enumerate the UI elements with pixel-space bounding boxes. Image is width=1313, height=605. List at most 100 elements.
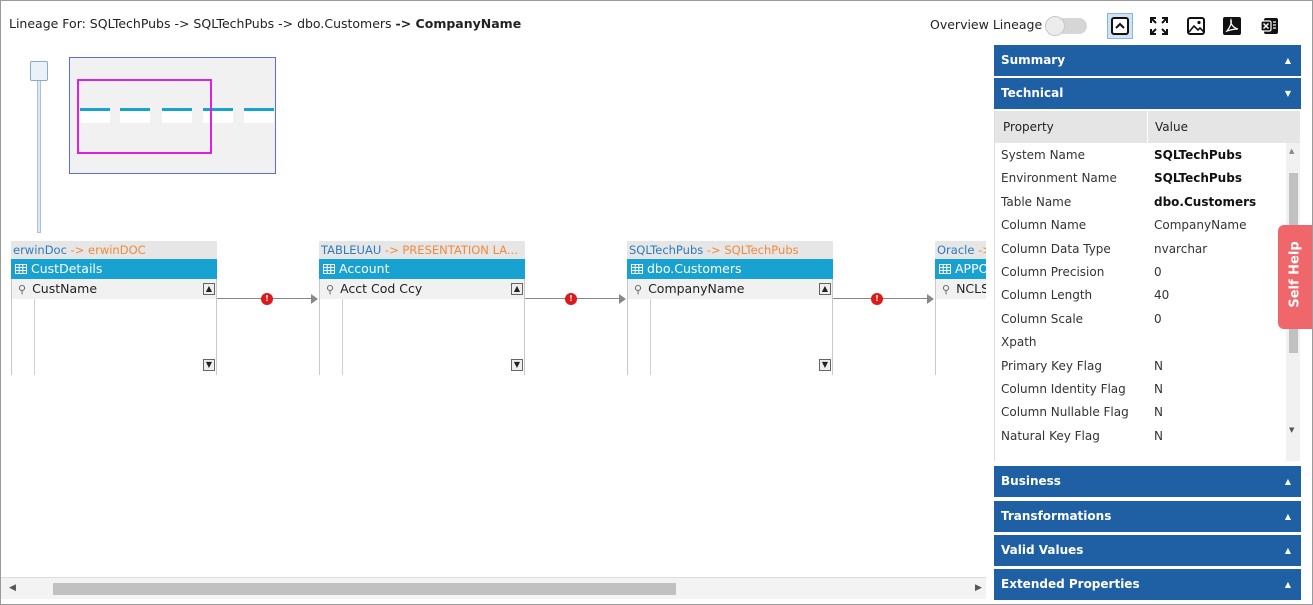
property-row[interactable]: Environment Name SQLTechPubs — [995, 167, 1286, 190]
source-environment: SQLTechPubs — [724, 243, 799, 257]
toggle-knob — [1045, 16, 1065, 36]
property-row[interactable]: Column Length 40 — [995, 284, 1286, 307]
source-system: erwinDoc — [13, 243, 67, 257]
scroll-up-icon[interactable]: ▲ — [1289, 147, 1294, 155]
scroll-right-icon[interactable]: ▶ — [975, 583, 982, 593]
property-value: nvarchar — [1154, 241, 1208, 256]
scroll-up-button[interactable]: ▲ — [819, 283, 831, 295]
col-header-property[interactable]: Property — [1003, 120, 1054, 134]
self-help-tab[interactable]: Self Help — [1278, 225, 1312, 329]
property-value: SQLTechPubs — [1154, 171, 1242, 186]
scroll-down-icon[interactable]: ▼ — [1289, 426, 1294, 434]
lineage-node-oracle[interactable]: Oracle -> APPO ⚲ NCLS — [935, 241, 986, 375]
node-source-path: TABLEUAU -> PRESENTATION LA... — [319, 241, 525, 259]
accordion-business[interactable]: Business ▲ — [994, 466, 1301, 497]
connector-arrow-icon — [619, 294, 626, 304]
property-row[interactable]: Column Name CompanyName — [995, 214, 1286, 237]
column-row[interactable]: ⚲ CustName — [12, 279, 216, 299]
table-name: Account — [339, 261, 390, 276]
pdf-export-button[interactable] — [1219, 13, 1245, 39]
property-row[interactable]: Primary Key Flag N — [995, 355, 1286, 378]
scroll-left-icon[interactable]: ◀ — [9, 583, 16, 593]
property-row[interactable]: Column Nullable Flag N — [995, 401, 1286, 424]
image-export-icon — [1187, 17, 1205, 35]
property-name: Table Name — [1001, 194, 1072, 209]
property-row[interactable]: Column Data Type nvarchar — [995, 238, 1286, 261]
column-pin-icon: ⚲ — [326, 283, 335, 296]
table-name: CustDetails — [31, 261, 103, 276]
accordion-valid-values[interactable]: Valid Values ▲ — [994, 535, 1301, 566]
canvas-horizontal-scrollbar[interactable]: ◀ ▶ — [1, 577, 986, 599]
property-name: Natural Key Flag — [1001, 428, 1100, 443]
connector-warning-badge[interactable]: ! — [261, 293, 273, 305]
lineage-canvas[interactable]: erwinDoc -> erwinDOC CustDetails ⚲ CustNa… — [1, 45, 986, 578]
accordion-extended-properties[interactable]: Extended Properties ▲ — [994, 569, 1301, 600]
chevron-up-icon: ▲ — [1284, 477, 1291, 486]
property-value: 0 — [1154, 265, 1162, 279]
lineage-node-custdetails[interactable]: erwinDoc -> erwinDOC CustDetails ⚲ CustNa… — [11, 241, 217, 375]
lineage-connector[interactable]: ! — [217, 293, 319, 305]
scroll-down-button[interactable]: ▼ — [819, 359, 831, 371]
fullscreen-button[interactable] — [1146, 13, 1172, 39]
scroll-down-button[interactable]: ▼ — [511, 359, 523, 371]
property-name: Primary Key Flag — [1001, 358, 1102, 373]
chevron-up-icon: ▲ — [1284, 580, 1291, 589]
source-system: SQLTechPubs — [629, 243, 704, 257]
zoom-slider-handle[interactable] — [30, 61, 48, 81]
connector-arrow-icon — [311, 294, 318, 304]
table-name: APPO — [955, 261, 986, 276]
column-row[interactable]: ⚲ NCLS — [936, 279, 986, 299]
node-source-path: Oracle -> — [935, 241, 986, 259]
scroll-up-button[interactable]: ▲ — [203, 283, 215, 295]
property-row[interactable]: System Name SQLTechPubs — [995, 144, 1286, 167]
lineage-node-account[interactable]: TABLEUAU -> PRESENTATION LA... Account ⚲… — [319, 241, 525, 375]
node-table-header[interactable]: Account — [319, 259, 525, 279]
image-export-button[interactable] — [1183, 13, 1209, 39]
node-table-header[interactable]: APPO — [935, 259, 986, 279]
lineage-node-dbo-customers[interactable]: SQLTechPubs -> SQLTechPubs dbo.Customers… — [627, 241, 833, 375]
overview-lineage-label: Overview Lineage — [930, 17, 1043, 32]
property-value: SQLTechPubs — [1154, 148, 1242, 162]
property-name: Environment Name — [1001, 171, 1117, 186]
property-row[interactable]: Column Scale 0 — [995, 308, 1286, 331]
column-pin-icon: ⚲ — [942, 283, 951, 296]
title-current: -> CompanyName — [395, 16, 522, 31]
accordion-label: Extended Properties — [1001, 577, 1140, 591]
overview-lineage-toggle[interactable] — [1045, 16, 1087, 36]
property-row[interactable]: Xpath — [995, 331, 1286, 354]
connector-warning-badge[interactable]: ! — [871, 293, 883, 305]
connector-warning-badge[interactable]: ! — [565, 293, 577, 305]
property-name: Column Length — [1001, 288, 1093, 303]
scrollbar-thumb[interactable] — [53, 583, 676, 595]
lineage-connector[interactable]: ! — [833, 293, 935, 305]
property-row[interactable]: Column Identity Flag N — [995, 378, 1286, 401]
source-separator: -> — [66, 243, 89, 257]
excel-export-button[interactable] — [1257, 13, 1283, 39]
overview-minimap[interactable] — [69, 57, 276, 174]
property-value: N — [1154, 428, 1163, 443]
column-row[interactable]: ⚲ Acct Cod Ccy — [320, 279, 524, 299]
scroll-down-button[interactable]: ▼ — [203, 359, 215, 371]
property-row[interactable]: Table Name dbo.Customers — [995, 191, 1286, 214]
source-system: TABLEUAU — [321, 243, 382, 257]
node-table-header[interactable]: dbo.Customers — [627, 259, 833, 279]
accordion-technical[interactable]: Technical ▼ — [994, 78, 1301, 109]
accordion-transformations[interactable]: Transformations ▲ — [994, 501, 1301, 532]
accordion-summary[interactable]: Summary ▲ — [994, 45, 1301, 76]
property-row[interactable]: Column Precision 0 — [995, 261, 1286, 284]
minimap-viewport[interactable] — [77, 79, 212, 154]
technical-properties-table: Property Value System Name SQLTechPubs Env… — [994, 111, 1301, 524]
accordion-label: Technical — [1001, 86, 1064, 100]
accordion-label: Business — [1001, 474, 1061, 488]
lineage-connector[interactable]: ! — [525, 293, 627, 305]
column-pin-icon: ⚲ — [18, 283, 27, 296]
title-prefix: Lineage For: SQLTechPubs -> SQLTechPubs … — [9, 16, 396, 31]
collapse-button[interactable] — [1107, 13, 1133, 39]
zoom-slider-track[interactable] — [37, 69, 41, 233]
node-table-header[interactable]: CustDetails — [11, 259, 217, 279]
property-row[interactable]: Natural Key Flag N — [995, 425, 1286, 448]
scroll-up-button[interactable]: ▲ — [511, 283, 523, 295]
source-environment: erwinDOC — [88, 243, 146, 257]
col-header-value[interactable]: Value — [1155, 120, 1188, 134]
column-row[interactable]: ⚲ CompanyName — [628, 279, 832, 299]
